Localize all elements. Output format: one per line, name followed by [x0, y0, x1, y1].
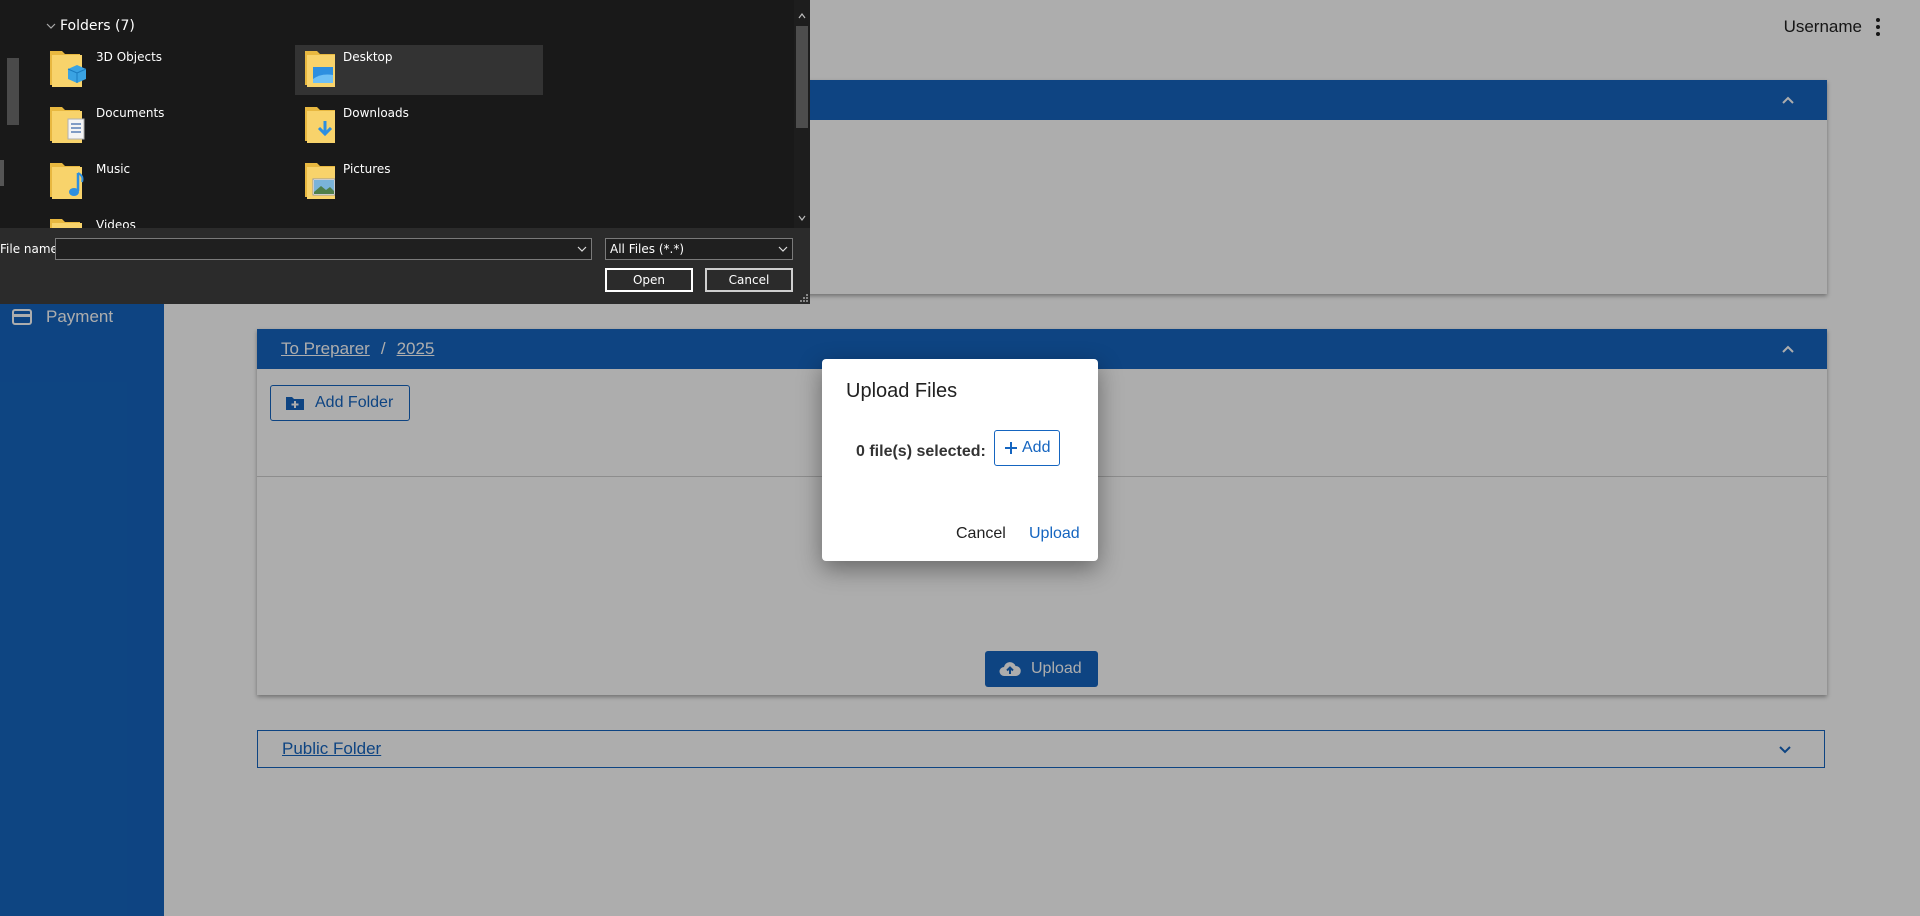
downloads-folder-icon: [295, 101, 335, 145]
file-list-scrollbar[interactable]: [794, 0, 810, 228]
file-dialog-footer: File name: All Files (*.*) Open Cancel: [0, 228, 810, 304]
pictures-folder-icon: [295, 157, 336, 201]
folder-name: Pictures: [343, 162, 391, 176]
chevron-down-icon[interactable]: [577, 244, 587, 254]
dialog-upload-button[interactable]: Upload: [1029, 525, 1080, 543]
scroll-down-icon[interactable]: [798, 214, 806, 222]
folder-item[interactable]: Desktop: [295, 45, 543, 95]
folder-item[interactable]: Pictures: [295, 157, 543, 207]
dialog-cancel-button[interactable]: Cancel: [956, 525, 1006, 543]
navigation-pane-scrollbar[interactable]: [7, 58, 19, 125]
folders-group-label: Folders (7): [60, 18, 135, 34]
folder-item[interactable]: 3D Objects: [48, 45, 296, 95]
music-folder-icon: [48, 157, 88, 201]
folder-name: 3D Objects: [96, 50, 163, 64]
upload-files-dialog: Upload Files 0 file(s) selected: Add Can…: [822, 359, 1098, 561]
navigation-pane[interactable]: [0, 0, 22, 228]
folder-name: Desktop: [343, 50, 393, 64]
folders-group-header[interactable]: Folders (7): [46, 18, 135, 34]
chevron-down-icon: [46, 23, 56, 29]
plus-icon: [1005, 442, 1017, 454]
chevron-down-icon: [778, 246, 788, 252]
file-open-dialog: Folders (7) 3D Objects Desktop Documents: [0, 0, 810, 304]
navigation-pane-item[interactable]: [0, 160, 4, 186]
add-files-button[interactable]: Add: [994, 430, 1061, 466]
folder-name: Downloads: [343, 106, 409, 120]
scroll-up-icon[interactable]: [798, 12, 806, 20]
file-dialog-cancel-button[interactable]: Cancel: [705, 268, 793, 292]
3d-objects-folder-icon: [48, 45, 88, 89]
file-type-value: All Files (*.*): [610, 242, 685, 256]
folder-item[interactable]: Music: [48, 157, 296, 207]
desktop-folder-icon: [295, 45, 335, 89]
open-button[interactable]: Open: [605, 268, 693, 292]
folder-name: Videos: [96, 218, 136, 228]
file-name-input[interactable]: [55, 238, 592, 260]
documents-folder-icon: [48, 101, 88, 145]
folder-item[interactable]: Documents: [48, 101, 296, 151]
resize-grip-icon[interactable]: [798, 292, 808, 302]
add-files-label: Add: [1022, 439, 1051, 456]
dialog-title: Upload Files: [846, 380, 958, 402]
file-list-pane[interactable]: Folders (7) 3D Objects Desktop Documents: [22, 0, 794, 228]
scrollbar-thumb[interactable]: [796, 26, 808, 128]
folder-name: Music: [96, 162, 131, 176]
folder-item[interactable]: Downloads: [295, 101, 543, 151]
file-type-select[interactable]: All Files (*.*): [605, 238, 793, 260]
file-name-label: File name:: [0, 242, 62, 256]
folder-name: Documents: [96, 106, 165, 120]
selected-files-count: 0 file(s) selected:: [856, 443, 986, 460]
videos-folder-icon: [48, 213, 88, 228]
folder-item[interactable]: Videos: [48, 213, 296, 228]
